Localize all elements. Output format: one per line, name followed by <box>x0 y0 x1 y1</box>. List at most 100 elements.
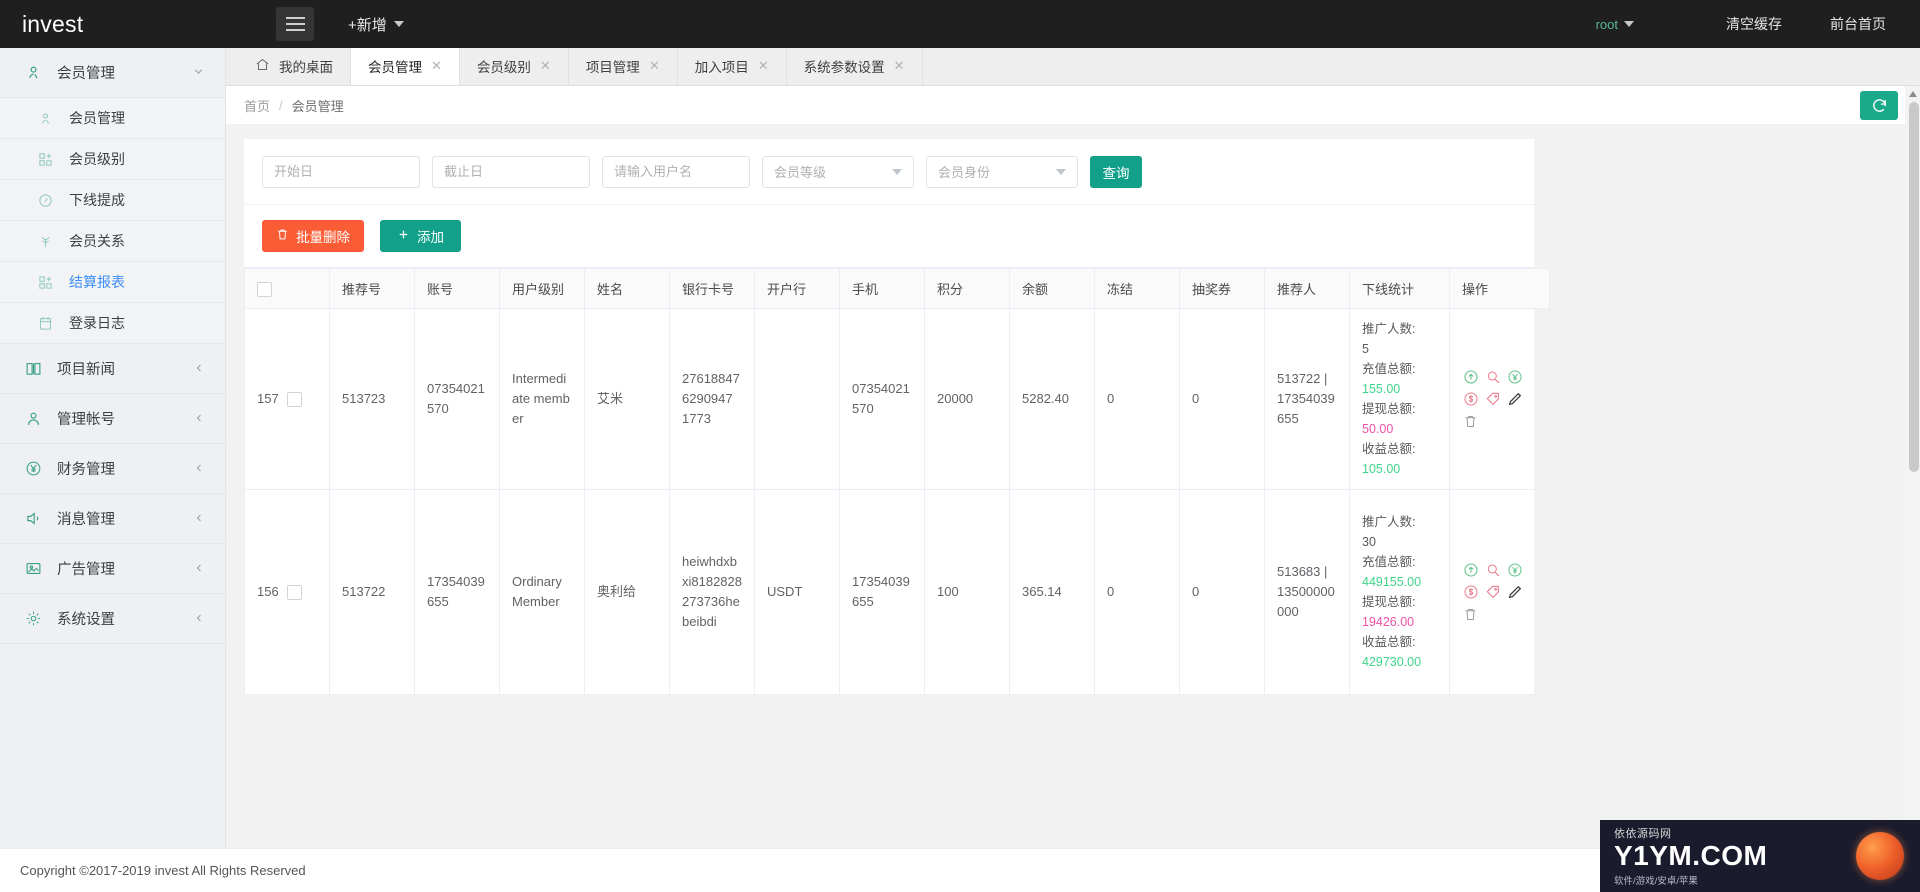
query-button[interactable]: 查询 <box>1090 155 1142 188</box>
user-menu[interactable]: root <box>1596 17 1634 32</box>
trash-icon[interactable] <box>1462 606 1479 623</box>
cell-name: 艾米 <box>584 308 670 490</box>
search-icon[interactable] <box>1484 369 1501 386</box>
sidebar-item-label: 结算报表 <box>69 274 125 290</box>
table-row[interactable]: 156 513722 17354039655 Ordinary Member 奥… <box>244 489 1550 695</box>
cell-lottery: 0 <box>1179 489 1265 695</box>
breadcrumb-separator: / <box>279 97 283 113</box>
gauge-icon <box>34 193 56 208</box>
close-icon[interactable]: ✕ <box>758 58 769 74</box>
member-level-select[interactable]: 会员等级 <box>762 155 914 188</box>
sidebar-item-label: 消息管理 <box>57 512 115 528</box>
refresh-button[interactable] <box>1860 91 1898 120</box>
sidebar-group-system-settings[interactable]: 系统设置 <box>0 594 225 644</box>
sidebar-item-member-level[interactable]: 会员级别 <box>0 139 225 180</box>
sidebar-group-admin-account[interactable]: 管理帐号 <box>0 394 225 444</box>
tag-icon[interactable] <box>1484 391 1501 408</box>
sidebar-item-login-log[interactable]: 登录日志 <box>0 303 225 344</box>
sidebar-item-downline-commission[interactable]: 下线提成 <box>0 180 225 221</box>
breadcrumb: 首页 / 会员管理 <box>226 86 1920 125</box>
tab-label: 我的桌面 <box>279 60 333 75</box>
recharge-value: 155.00 <box>1362 382 1401 396</box>
tab-member-management[interactable]: 会员管理 ✕ <box>351 47 460 85</box>
select-all-checkbox[interactable] <box>257 281 272 297</box>
close-icon[interactable]: ✕ <box>649 58 660 74</box>
cell-operations <box>1449 308 1550 490</box>
sidebar-group-ad-management[interactable]: 广告管理 <box>0 544 225 594</box>
cell-frozen: 0 <box>1094 489 1180 695</box>
sidebar-group-member-management[interactable]: 会员管理 <box>0 48 225 98</box>
cell-bank <box>754 308 840 490</box>
cell-user-level: Intermediate member <box>499 308 585 490</box>
cell-referrer: 513683 | 13500000000 <box>1264 489 1350 695</box>
tab-my-desktop[interactable]: 我的桌面 <box>238 47 351 85</box>
close-icon[interactable]: ✕ <box>894 58 905 74</box>
front-home-link[interactable]: 前台首页 <box>1830 14 1886 34</box>
home-icon <box>255 57 270 75</box>
search-icon[interactable] <box>1484 562 1501 579</box>
image-icon <box>22 560 44 577</box>
sidebar-item-settlement-report[interactable]: 结算报表 <box>0 262 225 303</box>
chevron-left-icon <box>193 562 205 576</box>
sidebar-group-finance-management[interactable]: 财务管理 <box>0 444 225 494</box>
scrollbar-thumb[interactable] <box>1909 102 1919 472</box>
th-operations: 操作 <box>1449 268 1550 309</box>
username-input[interactable] <box>602 155 750 188</box>
promoted-label: 推广人数: <box>1362 515 1416 529</box>
close-icon[interactable]: ✕ <box>431 58 442 74</box>
withdraw-label: 提现总额: <box>1362 402 1416 416</box>
breadcrumb-current: 会员管理 <box>291 98 344 114</box>
trash-icon[interactable] <box>1462 413 1479 430</box>
sidebar-item-label: 管理帐号 <box>57 412 115 428</box>
sidebar-group-message-management[interactable]: 消息管理 <box>0 494 225 544</box>
trash-icon <box>276 228 289 244</box>
tab-project-management[interactable]: 项目管理 ✕ <box>569 47 678 85</box>
sidebar-item-member-management[interactable]: 会员管理 <box>0 98 225 139</box>
yen-circle-icon[interactable] <box>1506 562 1523 579</box>
vertical-scrollbar[interactable] <box>1905 86 1920 892</box>
filter-panel: 会员等级 会员身份 查询 批量删除 添加 <box>244 139 1534 267</box>
row-checkbox[interactable] <box>286 391 302 407</box>
dollar-circle-icon[interactable] <box>1462 584 1479 601</box>
watermark-overlay: 依依源码网 Y1YM.COM 软件/游戏/安卓/苹果 <box>1600 820 1920 892</box>
dollar-circle-icon[interactable] <box>1462 391 1479 408</box>
pencil-icon[interactable] <box>1506 391 1523 408</box>
account-icon <box>22 410 44 427</box>
batch-delete-button[interactable]: 批量删除 <box>262 220 364 252</box>
tab-join-project[interactable]: 加入项目 ✕ <box>678 47 787 85</box>
member-identity-select[interactable]: 会员身份 <box>926 155 1078 188</box>
row-checkbox[interactable] <box>286 584 302 600</box>
up-circle-icon[interactable] <box>1462 369 1479 386</box>
cell-name: 奥利给 <box>584 489 670 695</box>
up-circle-icon[interactable] <box>1462 562 1479 579</box>
tag-icon[interactable] <box>1484 584 1501 601</box>
recharge-label: 充值总额: <box>1362 362 1416 376</box>
sidebar-group-project-news[interactable]: 项目新闻 <box>0 344 225 394</box>
sidebar-item-label: 广告管理 <box>57 562 115 578</box>
promoted-value: 5 <box>1362 342 1369 356</box>
user-icon <box>34 111 56 126</box>
close-icon[interactable]: ✕ <box>540 58 551 74</box>
member-level-value: 会员等级 <box>774 165 827 180</box>
scroll-up-icon[interactable] <box>1909 91 1917 97</box>
end-date-input[interactable] <box>432 155 590 188</box>
add-new-button[interactable]: +新增 <box>348 14 404 35</box>
app-logo[interactable]: invest <box>0 0 226 48</box>
start-date-input[interactable] <box>262 155 420 188</box>
hamburger-icon[interactable] <box>276 7 314 41</box>
tab-member-level[interactable]: 会员级别 ✕ <box>460 47 569 85</box>
chevron-left-icon <box>193 462 205 476</box>
sidebar-item-member-relations[interactable]: 会员关系 <box>0 221 225 262</box>
clear-cache-link[interactable]: 清空缓存 <box>1726 14 1782 34</box>
table-row[interactable]: 157 513723 07354021570 Intermediate memb… <box>244 308 1550 490</box>
add-button[interactable]: 添加 <box>380 220 461 252</box>
th-referral-no: 推荐号 <box>329 268 415 309</box>
pencil-icon[interactable] <box>1506 584 1523 601</box>
tab-system-parameter-settings[interactable]: 系统参数设置 ✕ <box>787 47 923 85</box>
income-value: 105.00 <box>1362 462 1401 476</box>
th-name: 姓名 <box>584 268 670 309</box>
th-referrer: 推荐人 <box>1264 268 1350 309</box>
breadcrumb-home[interactable]: 首页 <box>244 96 270 115</box>
yen-circle-icon[interactable] <box>1506 369 1523 386</box>
cell-balance: 365.14 <box>1009 489 1095 695</box>
